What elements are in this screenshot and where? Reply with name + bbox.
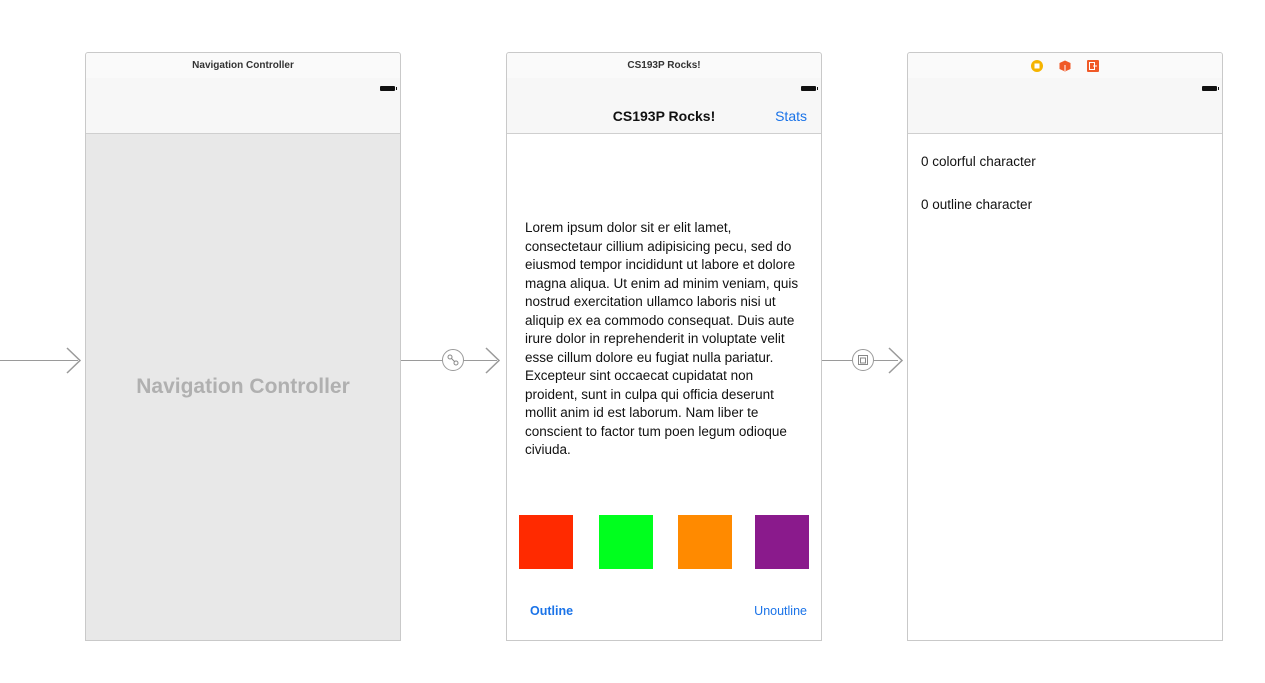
unoutline-button[interactable]: Unoutline xyxy=(754,604,807,618)
scene-content: Navigation Controller xyxy=(86,134,400,640)
scene-title: Navigation Controller xyxy=(86,53,400,79)
red-color-button[interactable] xyxy=(519,515,573,569)
battery-icon xyxy=(801,86,818,91)
exit-icon[interactable] xyxy=(1087,59,1099,72)
orange-color-button[interactable] xyxy=(678,515,732,569)
first-responder-icon[interactable] xyxy=(1059,60,1071,72)
navigation-controller-scene[interactable]: Navigation Controller Navigation Control… xyxy=(85,52,401,641)
segue-arrowhead-icon xyxy=(888,347,904,374)
main-view-controller-scene[interactable]: CS193P Rocks! CS193P Rocks! Stats Lorem … xyxy=(506,52,822,641)
segue-arrowhead-icon xyxy=(485,347,501,374)
colorful-character-label: 0 colorful character xyxy=(921,154,1036,169)
navigation-bar xyxy=(908,78,1222,134)
battery-icon xyxy=(1202,86,1219,91)
text-view[interactable]: Lorem ipsum dolor sit er elit lamet, con… xyxy=(525,219,807,460)
outline-character-label: 0 outline character xyxy=(921,197,1033,212)
outline-button[interactable]: Outline xyxy=(530,604,573,618)
entry-point-arrowhead-icon xyxy=(66,347,82,374)
purple-color-button[interactable] xyxy=(755,515,809,569)
show-segue-glyph-icon xyxy=(858,355,868,365)
stats-button[interactable]: Stats xyxy=(775,108,807,124)
scene-content: 0 colorful character 0 outline character xyxy=(908,134,1222,640)
navigation-bar xyxy=(86,78,400,134)
green-color-button[interactable] xyxy=(599,515,653,569)
stats-view-controller-scene[interactable]: 0 colorful character 0 outline character xyxy=(907,52,1223,641)
navigation-controller-placeholder: Navigation Controller xyxy=(136,375,350,398)
scene-dock xyxy=(908,53,1222,79)
battery-icon xyxy=(380,86,397,91)
show-segue-icon[interactable] xyxy=(852,349,874,371)
navigation-bar: CS193P Rocks! Stats xyxy=(507,78,821,134)
relationship-segue-icon[interactable] xyxy=(442,349,464,371)
nav-title: CS193P Rocks! xyxy=(612,108,716,124)
link-icon xyxy=(447,354,459,366)
view-controller-icon[interactable] xyxy=(1031,59,1043,72)
scene-title: CS193P Rocks! xyxy=(507,53,821,79)
scene-content: Lorem ipsum dolor sit er elit lamet, con… xyxy=(507,134,821,640)
